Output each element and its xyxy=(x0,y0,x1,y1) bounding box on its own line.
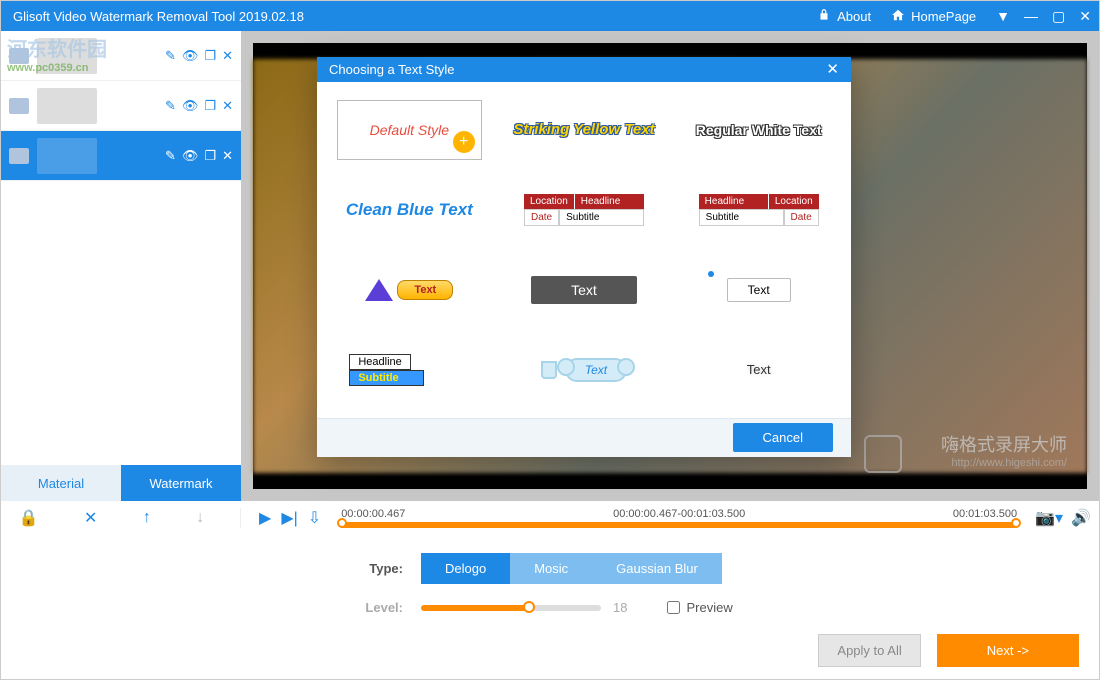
lt-subtitle: Subtitle xyxy=(699,209,784,226)
style-white-label: Regular White Text xyxy=(696,122,822,138)
style-chalk-label: Text xyxy=(747,362,771,377)
style-lower-third-2[interactable]: HeadlineLocation SubtitleDate xyxy=(686,180,831,240)
dialog-title: Choosing a Text Style xyxy=(329,62,826,77)
style-bone-label: Text xyxy=(565,358,627,382)
lt-headline: Headline xyxy=(699,194,769,209)
style-headline-subtitle[interactable]: Headline Subtitle xyxy=(337,340,482,400)
hs-headline: Headline xyxy=(349,354,410,370)
style-yellow[interactable]: Striking Yellow Text xyxy=(512,100,657,160)
lt-date: Date xyxy=(784,209,819,226)
style-blue[interactable]: Clean Blue Text xyxy=(337,180,482,240)
lt-location: Location xyxy=(524,194,575,209)
lt-headline: Headline xyxy=(575,194,644,209)
style-blue-label: Clean Blue Text xyxy=(346,200,473,220)
lt-location: Location xyxy=(769,194,819,209)
style-bubble[interactable]: Text xyxy=(686,260,831,320)
style-bubble-label: Text xyxy=(748,283,770,297)
style-lower-third-1[interactable]: LocationHeadline DateSubtitle xyxy=(512,180,657,240)
style-chalk[interactable]: Text xyxy=(686,340,831,400)
style-default[interactable]: Default Style + xyxy=(337,100,482,160)
dialog-footer: Cancel xyxy=(317,418,851,457)
plus-icon: + xyxy=(453,131,475,153)
dot-icon xyxy=(708,271,714,277)
style-badge-label: Text xyxy=(397,280,453,300)
lt-subtitle: Subtitle xyxy=(559,209,644,226)
style-dark[interactable]: Text xyxy=(512,260,657,320)
cup-icon xyxy=(541,361,557,379)
style-yellow-label: Striking Yellow Text xyxy=(513,121,654,138)
text-style-dialog: Choosing a Text Style ✕ Default Style + … xyxy=(317,57,851,457)
style-bone[interactable]: Text xyxy=(512,340,657,400)
style-white[interactable]: Regular White Text xyxy=(686,100,831,160)
style-badge[interactable]: Text xyxy=(337,260,482,320)
dialog-header: Choosing a Text Style ✕ xyxy=(317,57,851,82)
modal-overlay: Choosing a Text Style ✕ Default Style + … xyxy=(1,1,1099,679)
lt-date: Date xyxy=(524,209,559,226)
triangle-icon xyxy=(365,279,393,301)
cancel-button[interactable]: Cancel xyxy=(733,423,833,452)
style-dark-label: Text xyxy=(531,276,637,304)
style-default-label: Default Style xyxy=(370,122,449,138)
close-icon[interactable]: ✕ xyxy=(826,60,839,78)
hs-subtitle: Subtitle xyxy=(349,370,423,386)
